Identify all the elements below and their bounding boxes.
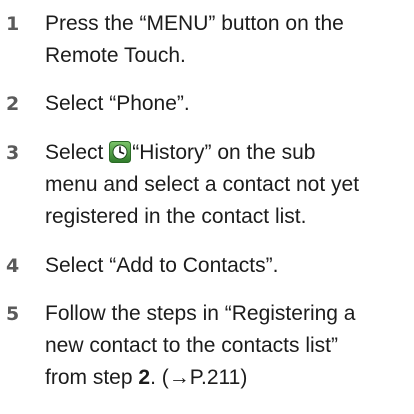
step-line-prefix: from step	[45, 366, 139, 389]
step-number: 2	[6, 93, 20, 115]
step-reference-number: 2	[138, 366, 151, 389]
page-reference: . (→P.211)	[150, 366, 248, 389]
step-line-prefix: Select	[45, 141, 110, 164]
step-text: Follow the steps in “Registering a new c…	[45, 298, 407, 394]
step-line: Select “Phone”.	[45, 92, 190, 115]
step-number: 3	[6, 142, 20, 164]
step-line: Select “Add to Contacts”.	[45, 254, 279, 277]
step-line: Press the “MENU” button on the	[45, 12, 344, 35]
step-line: menu and select a contact not yet	[45, 173, 360, 196]
step-line: Follow the steps in “Registering a	[45, 302, 356, 325]
step-line: new contact to the contacts list”	[45, 334, 338, 357]
step-text: Press the “MENU” button on the Remote To…	[45, 8, 407, 72]
step-line: Remote Touch.	[45, 44, 186, 67]
step-text: Select “Add to Contacts”.	[45, 250, 407, 282]
history-clock-icon	[109, 141, 132, 163]
step-line: from step 2. (→P.211)	[45, 362, 407, 394]
step-line: registered in the contact list.	[45, 205, 307, 228]
step-text: Select “History” on the sub menu and sel…	[45, 137, 407, 233]
step-number: 1	[6, 13, 20, 35]
step-number: 5	[6, 303, 20, 325]
step-line-suffix: “History” on the sub	[132, 141, 316, 164]
step-text: Select “Phone”.	[45, 88, 407, 120]
step-number: 4	[6, 255, 20, 277]
step-line: Select “History” on the sub	[45, 137, 407, 169]
